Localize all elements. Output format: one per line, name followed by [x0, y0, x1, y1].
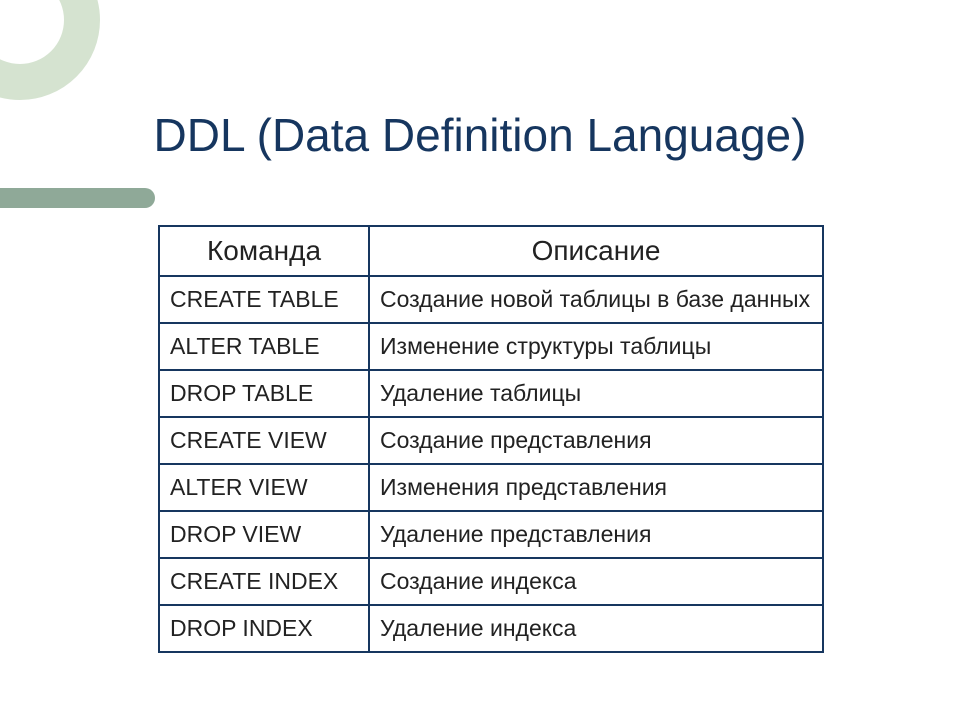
- cell-command: DROP VIEW: [159, 511, 369, 558]
- table-row: ALTER VIEW Изменения представления: [159, 464, 823, 511]
- cell-description: Создание индекса: [369, 558, 823, 605]
- table-row: CREATE TABLE Создание новой таблицы в ба…: [159, 276, 823, 323]
- cell-description: Удаление представления: [369, 511, 823, 558]
- cell-command: CREATE VIEW: [159, 417, 369, 464]
- table-row: DROP INDEX Удаление индекса: [159, 605, 823, 652]
- cell-description: Удаление индекса: [369, 605, 823, 652]
- cell-command: CREATE TABLE: [159, 276, 369, 323]
- cell-command: DROP INDEX: [159, 605, 369, 652]
- ddl-table: Команда Описание CREATE TABLE Создание н…: [158, 225, 824, 653]
- cell-description: Создание представления: [369, 417, 823, 464]
- cell-description: Создание новой таблицы в базе данных: [369, 276, 823, 323]
- cell-command: DROP TABLE: [159, 370, 369, 417]
- ddl-table-container: Команда Описание CREATE TABLE Создание н…: [158, 225, 824, 653]
- decorative-ring: [0, 0, 100, 100]
- cell-command: CREATE INDEX: [159, 558, 369, 605]
- table-header-row: Команда Описание: [159, 226, 823, 276]
- cell-description: Изменение структуры таблицы: [369, 323, 823, 370]
- cell-description: Удаление таблицы: [369, 370, 823, 417]
- cell-command: ALTER TABLE: [159, 323, 369, 370]
- table-row: CREATE INDEX Создание индекса: [159, 558, 823, 605]
- cell-command: ALTER VIEW: [159, 464, 369, 511]
- table-row: DROP VIEW Удаление представления: [159, 511, 823, 558]
- decorative-bar: [0, 188, 155, 208]
- slide-title: DDL (Data Definition Language): [0, 108, 960, 162]
- table-row: CREATE VIEW Создание представления: [159, 417, 823, 464]
- cell-description: Изменения представления: [369, 464, 823, 511]
- header-description: Описание: [369, 226, 823, 276]
- header-command: Команда: [159, 226, 369, 276]
- table-row: DROP TABLE Удаление таблицы: [159, 370, 823, 417]
- table-row: ALTER TABLE Изменение структуры таблицы: [159, 323, 823, 370]
